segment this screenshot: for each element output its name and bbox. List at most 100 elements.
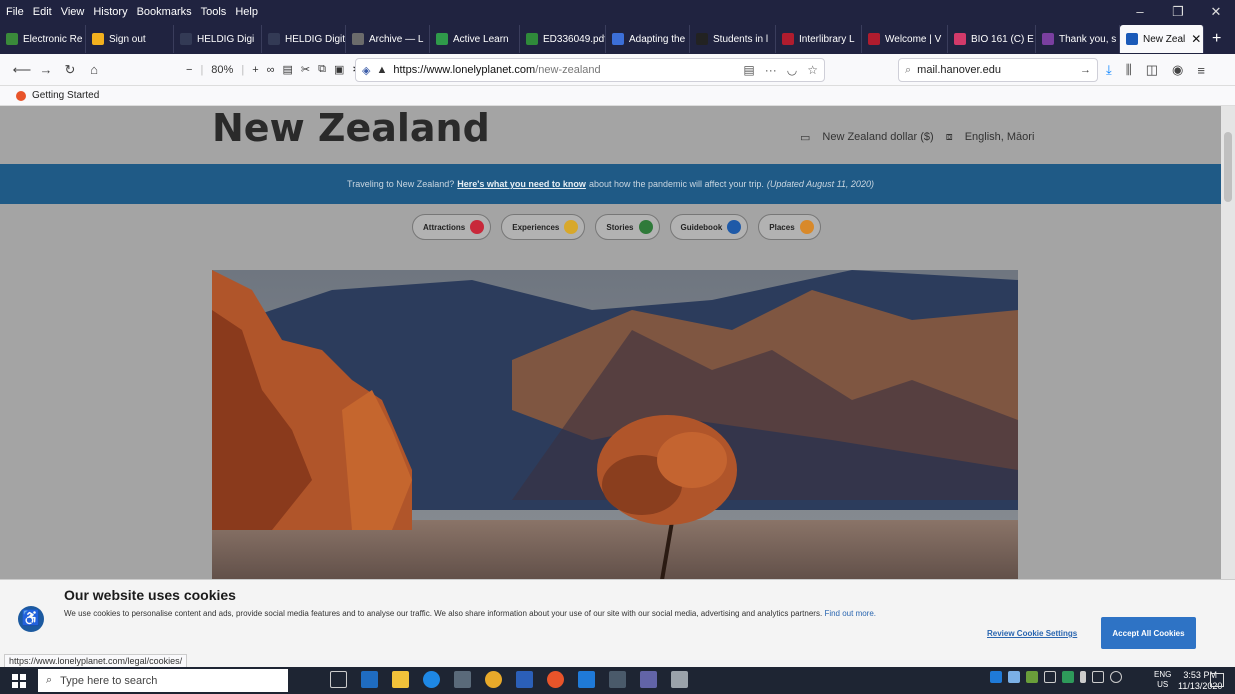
volume-icon[interactable] xyxy=(1110,671,1122,683)
notifications-icon[interactable] xyxy=(1210,673,1224,687)
paste-icon[interactable]: ▣ xyxy=(334,63,344,76)
pill-label: Stories xyxy=(606,222,634,232)
tab[interactable]: BIO 161 (C) E xyxy=(948,25,1036,53)
account-icon[interactable]: ◉ xyxy=(1172,62,1183,78)
review-cookie-settings-link[interactable]: Review Cookie Settings xyxy=(987,629,1077,638)
tab[interactable]: Thank you, s xyxy=(1036,25,1120,53)
lock-icon: ▲ xyxy=(376,64,388,76)
word-icon[interactable] xyxy=(516,671,533,688)
tab-label: Archive — L xyxy=(369,33,424,45)
menu-help[interactable]: Help xyxy=(235,6,258,18)
tab-active[interactable]: New Zeal ✕ xyxy=(1120,25,1204,53)
cookie-body: We use cookies to personalise content an… xyxy=(64,609,823,618)
copy-icon[interactable]: ⧉ xyxy=(318,63,326,76)
accessibility-icon[interactable]: ♿ xyxy=(18,606,44,632)
pill-attractions[interactable]: Attractions xyxy=(412,214,492,240)
network-icon[interactable] xyxy=(1044,671,1056,683)
status-url: https://www.lonelyplanet.com/legal/cooki… xyxy=(4,654,188,668)
tab-close-icon[interactable]: ✕ xyxy=(1191,32,1201,46)
tab[interactable]: Electronic Re xyxy=(0,25,86,53)
cut-icon[interactable]: ✂ xyxy=(301,63,310,76)
library-icon[interactable]: ⫼ xyxy=(1126,62,1132,78)
reload-icon[interactable]: ↻ xyxy=(58,62,82,78)
tab[interactable]: Adapting the xyxy=(606,25,690,53)
zoom-out-icon[interactable]: − xyxy=(186,64,192,76)
banner-updated: (Updated August 11, 2020) xyxy=(766,179,874,189)
cookie-title: Our website uses cookies xyxy=(64,587,236,603)
address-bar[interactable]: ◈ ▲ https://www.lonelyplanet.com/new-zea… xyxy=(355,58,825,82)
tab-favicon-icon xyxy=(180,33,192,45)
tray-app-icon[interactable] xyxy=(1026,671,1038,683)
page-title: New Zealand xyxy=(212,106,490,150)
menu-history[interactable]: History xyxy=(93,6,127,18)
tab[interactable]: Welcome | V xyxy=(862,25,948,53)
accept-all-cookies-button[interactable]: Accept All Cookies xyxy=(1101,617,1196,649)
menu-edit[interactable]: Edit xyxy=(33,6,52,18)
outlook-tray-icon[interactable] xyxy=(990,671,1002,683)
outlook-taskbar-icon[interactable] xyxy=(578,671,595,688)
page-actions-icon[interactable]: ··· xyxy=(765,63,777,77)
tab[interactable]: Interlibrary L xyxy=(776,25,862,53)
firefox-icon xyxy=(16,90,26,101)
pocket-icon[interactable]: ◡ xyxy=(787,63,797,77)
tab[interactable]: Students in l xyxy=(690,25,776,53)
zoom-level[interactable]: 80% xyxy=(211,64,233,76)
tab[interactable]: HELDIG Digit xyxy=(262,25,346,53)
photos-app-icon[interactable] xyxy=(454,671,471,688)
print-icon[interactable]: ▤ xyxy=(282,63,292,76)
tab[interactable]: ED336049.pdf xyxy=(520,25,606,53)
firefox-taskbar-icon[interactable] xyxy=(547,671,564,688)
pill-stories[interactable]: Stories xyxy=(595,214,660,240)
banner-text-post: about how the pandemic will affect your … xyxy=(588,179,764,189)
microphone-icon[interactable] xyxy=(1080,671,1086,683)
chrome-icon[interactable] xyxy=(485,671,502,688)
bookmark-getting-started[interactable]: Getting Started xyxy=(32,90,99,101)
battery-icon[interactable] xyxy=(1092,671,1104,683)
sidebar-icon[interactable]: ◫ xyxy=(1146,62,1158,78)
menu-file[interactable]: File xyxy=(6,6,24,18)
tab-label: Thank you, s xyxy=(1059,33,1117,45)
pill-guidebook[interactable]: Guidebook xyxy=(669,214,749,240)
search-go-icon[interactable]: → xyxy=(1080,64,1091,76)
tray-app-icon[interactable] xyxy=(1062,671,1074,683)
file-explorer-icon[interactable] xyxy=(392,671,409,688)
back-icon[interactable]: ⟵ xyxy=(10,62,34,78)
banner-link[interactable]: Here's what you need to know xyxy=(457,179,586,189)
tab[interactable]: HELDIG Digi xyxy=(174,25,262,53)
new-tab-icon[interactable]: + xyxy=(1204,30,1229,48)
menu-bookmarks[interactable]: Bookmarks xyxy=(137,6,192,18)
menu-tools[interactable]: Tools xyxy=(201,6,227,18)
tab[interactable]: Archive — L xyxy=(346,25,430,53)
zoom-in-icon[interactable]: + xyxy=(252,64,258,76)
tab[interactable]: Sign out xyxy=(86,25,174,53)
edge-icon[interactable] xyxy=(423,671,440,688)
home-icon[interactable]: ⌂ xyxy=(82,62,106,77)
tab[interactable]: Active Learn xyxy=(430,25,520,53)
taskbar-search-input[interactable]: ⌕ Type here to search xyxy=(38,669,288,692)
calculator-icon[interactable] xyxy=(609,671,626,688)
teams-icon[interactable] xyxy=(640,671,657,688)
onedrive-icon[interactable] xyxy=(1008,671,1020,683)
reader-view-icon[interactable]: ▤ xyxy=(743,63,754,77)
forward-icon[interactable]: → xyxy=(34,62,58,77)
task-view-icon[interactable] xyxy=(330,671,347,688)
minimize-icon[interactable]: – xyxy=(1121,0,1159,24)
pill-places[interactable]: Places xyxy=(758,214,821,240)
tab-label: New Zeal xyxy=(1143,33,1186,45)
input-language[interactable]: ENG US xyxy=(1154,670,1171,690)
snipping-tool-icon[interactable] xyxy=(671,671,688,688)
pill-experiences[interactable]: Experiences xyxy=(501,214,586,240)
shield-icon[interactable]: ◈ xyxy=(362,64,370,77)
search-input[interactable]: ⌕ mail.hanover.edu → xyxy=(898,58,1098,82)
bookmark-star-icon[interactable]: ☆ xyxy=(807,63,818,77)
close-window-icon[interactable]: ✕ xyxy=(1197,0,1235,24)
menu-view[interactable]: View xyxy=(61,6,85,18)
find-out-more-link[interactable]: Find out more. xyxy=(824,609,876,618)
menu-hamburger-icon[interactable]: ≡ xyxy=(1197,63,1205,78)
outlook-app-icon[interactable] xyxy=(361,671,378,688)
windows-start-icon[interactable] xyxy=(12,674,26,688)
reader-glasses-icon[interactable]: ∞ xyxy=(267,64,275,76)
scrollbar-thumb[interactable] xyxy=(1224,132,1232,202)
download-icon[interactable]: ⤓ xyxy=(1106,62,1112,78)
restore-icon[interactable]: ❐ xyxy=(1159,0,1197,24)
